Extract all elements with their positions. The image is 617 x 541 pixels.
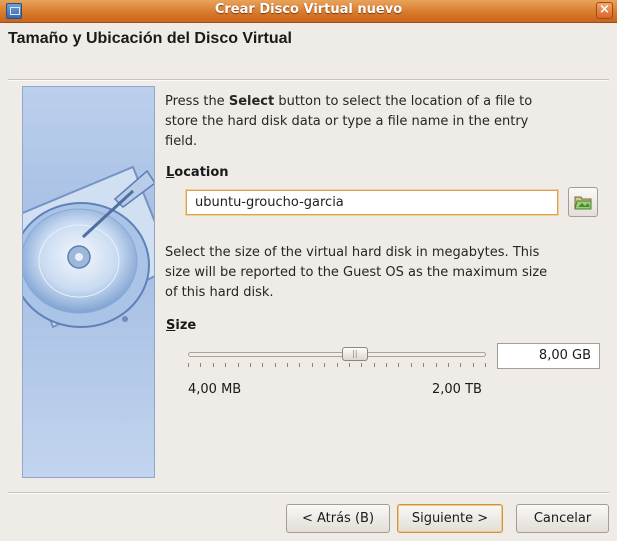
slider-tick: [312, 363, 313, 367]
slider-tick: [287, 363, 288, 367]
folder-open-icon: [574, 196, 592, 210]
size-label: Size: [166, 318, 196, 333]
slider-tick: [299, 363, 300, 367]
slider-tick: [374, 363, 375, 367]
slider-tick: [386, 363, 387, 367]
slider-tick: [324, 363, 325, 367]
size-slider-track[interactable]: [188, 352, 486, 357]
slider-tick: [200, 363, 201, 367]
slider-tick: [188, 363, 189, 367]
slider-max-label: 2,00 TB: [432, 382, 482, 397]
description-text: of this hard disk.: [165, 285, 274, 300]
slider-tick: [213, 363, 214, 367]
footer-divider: [8, 492, 609, 494]
dialog-window: Crear Disco Virtual nuevo × Tamaño y Ubi…: [0, 0, 617, 541]
location-description: Press the Select button to select the lo…: [165, 92, 532, 152]
description-text: size will be reported to the Guest OS as…: [165, 265, 548, 280]
header-divider: [8, 79, 609, 81]
description-text: Press the: [165, 94, 229, 109]
description-text: field.: [165, 134, 198, 149]
slider-tick: [485, 363, 486, 367]
slider-tick: [337, 363, 338, 367]
slider-tick: [473, 363, 474, 367]
back-button[interactable]: < Atrás (B): [286, 504, 390, 533]
location-label: Location: [166, 165, 229, 180]
slider-tick: [361, 363, 362, 367]
location-input[interactable]: ubuntu-groucho-garcia: [186, 190, 558, 215]
description-text: store the hard disk data or type a file …: [165, 114, 529, 129]
label-text: ize: [175, 318, 197, 333]
slider-tick: [262, 363, 263, 367]
label-text: ocation: [174, 165, 229, 180]
slider-tick: [460, 363, 461, 367]
slider-tick: [250, 363, 251, 367]
slider-tick: [436, 363, 437, 367]
description-text: button to select the location of a file …: [274, 94, 533, 109]
hard-disk-illustration: [22, 86, 155, 478]
cancel-button[interactable]: Cancelar: [516, 504, 609, 533]
slider-tick: [349, 363, 350, 367]
slider-min-label: 4,00 MB: [188, 382, 242, 397]
description-bold-text: Select: [228, 94, 275, 109]
mnemonic-letter: S: [166, 318, 176, 333]
page-title: Tamaño y Ubicación del Disco Virtual: [8, 30, 292, 47]
slider-ticks: [188, 363, 486, 368]
slider-tick: [411, 363, 412, 367]
window-title: Crear Disco Virtual nuevo: [214, 2, 403, 17]
size-slider-thumb[interactable]: [341, 347, 368, 361]
slider-tick: [238, 363, 239, 367]
title-bar[interactable]: Crear Disco Virtual nuevo ×: [0, 0, 617, 23]
size-description: Select the size of the virtual hard disk…: [165, 243, 547, 303]
slider-tick: [423, 363, 424, 367]
description-text: Select the size of the virtual hard disk…: [165, 245, 540, 260]
hard-disk-icon: [23, 165, 154, 329]
slider-tick: [275, 363, 276, 367]
next-button[interactable]: Siguiente >: [397, 504, 503, 533]
slider-tick: [448, 363, 449, 367]
close-button[interactable]: ×: [596, 2, 613, 19]
slider-tick: [225, 363, 226, 367]
slider-tick: [398, 363, 399, 367]
size-input[interactable]: 8,00 GB: [497, 343, 600, 369]
browse-button[interactable]: [568, 187, 598, 217]
